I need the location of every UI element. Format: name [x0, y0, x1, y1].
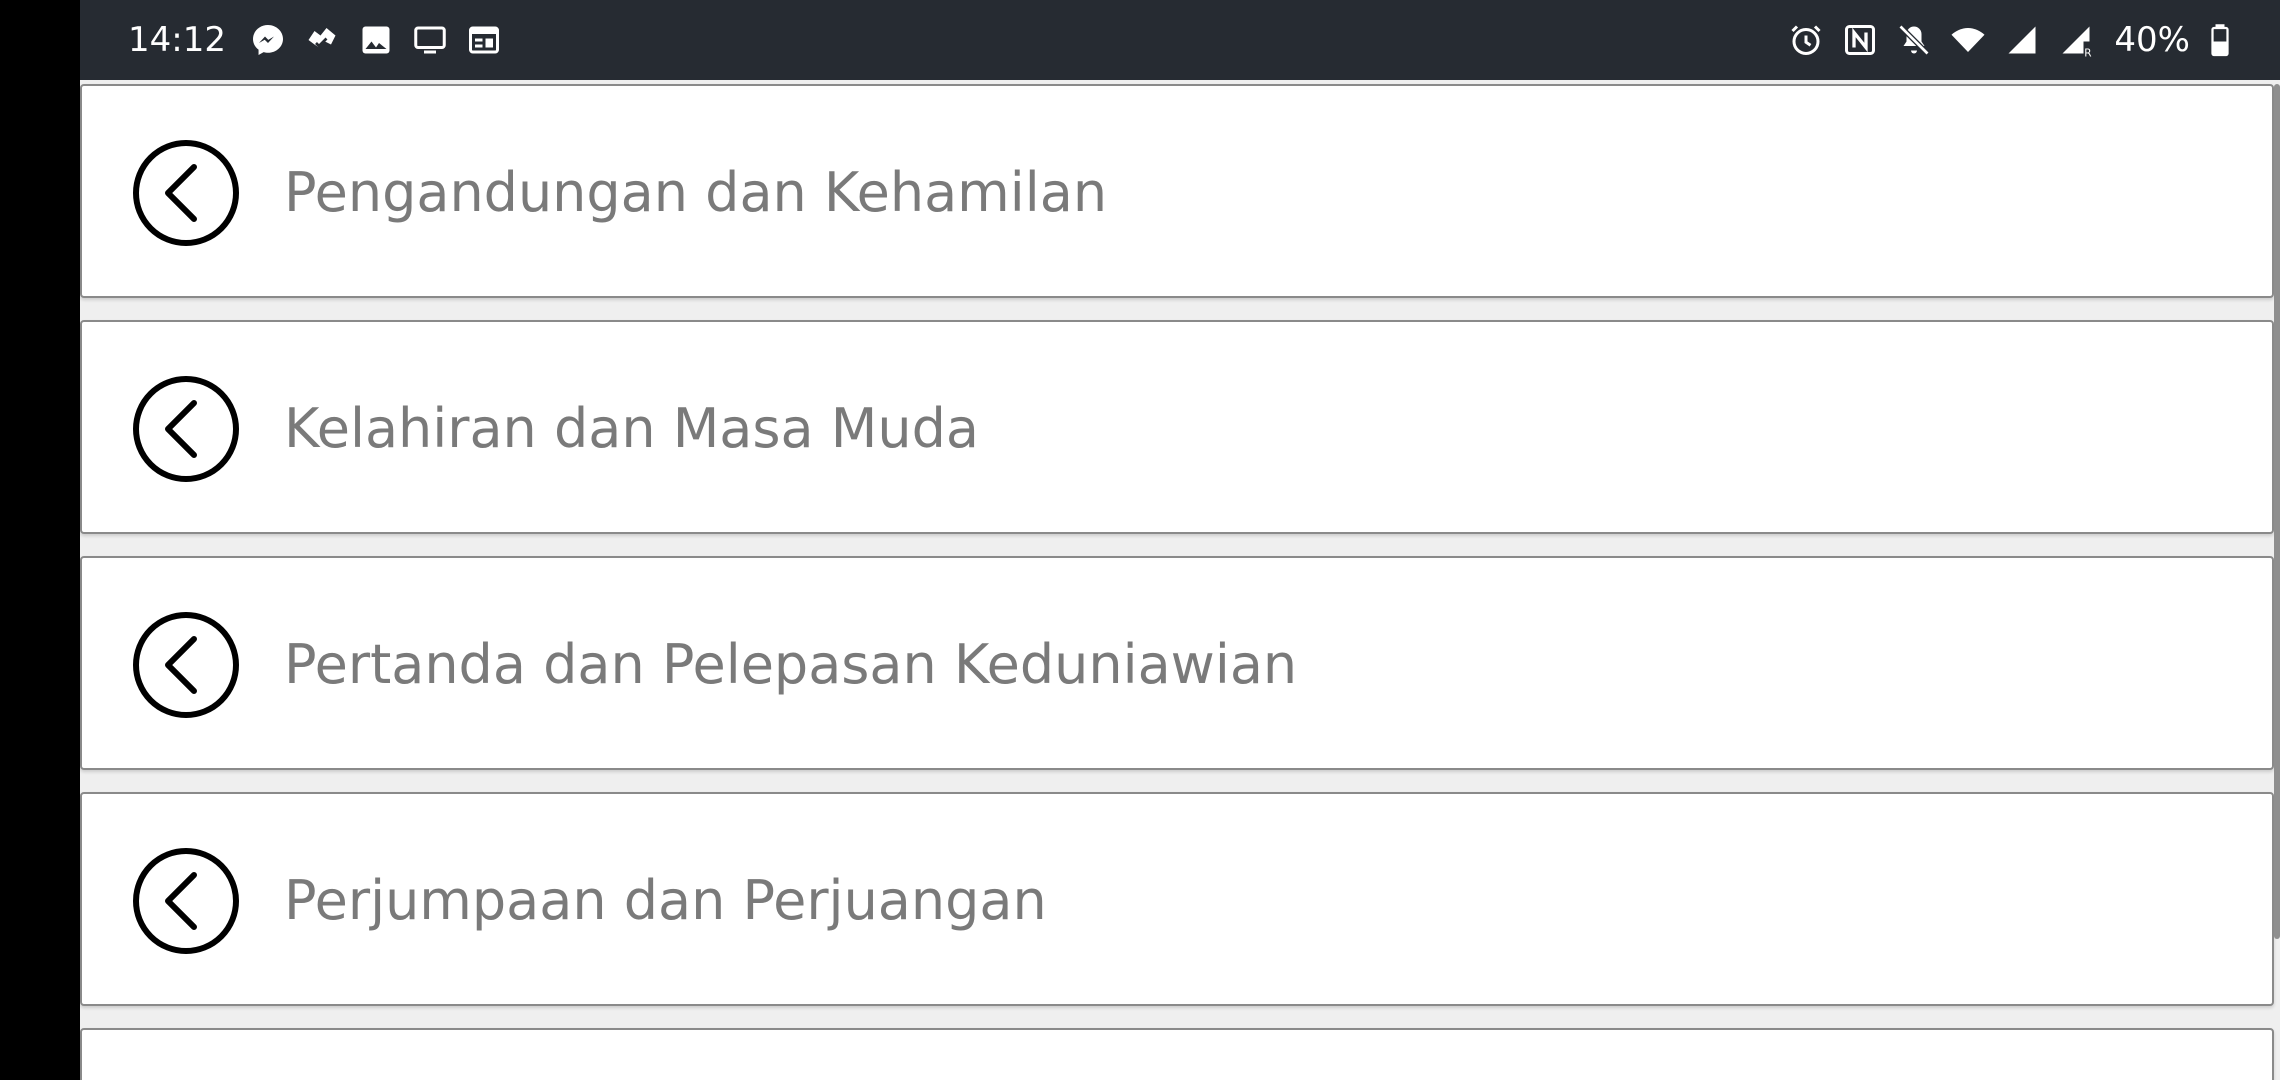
battery-icon: [2200, 20, 2240, 60]
svg-text:R: R: [2085, 48, 2092, 59]
scrollbar[interactable]: [2274, 84, 2280, 939]
screen: 14:12 R 40% Pengandungan dan Kehamilan K…: [80, 0, 2280, 1080]
cast-icon: [410, 20, 450, 60]
list-item[interactable]: Pertanda dan Pelepasan Keduniawian: [80, 556, 2274, 770]
list-item[interactable]: Pengandungan dan Kehamilan: [80, 84, 2274, 298]
nfc-icon: [1840, 20, 1880, 60]
list-item-label: Pengandungan dan Kehamilan: [284, 161, 1108, 224]
wifi-icon: [1948, 20, 1988, 60]
chevron-left-circle-icon[interactable]: [132, 611, 240, 719]
mute-icon: [1894, 20, 1934, 60]
alarm-icon: [1786, 20, 1826, 60]
list-item-partial[interactable]: [80, 1028, 2274, 1080]
list-item[interactable]: Perjumpaan dan Perjuangan: [80, 792, 2274, 1006]
battery-percent: 40%: [2114, 20, 2190, 60]
chevron-left-circle-icon[interactable]: [132, 139, 240, 247]
messenger-icon: [248, 20, 288, 60]
list-item-label: Pertanda dan Pelepasan Keduniawian: [284, 633, 1298, 696]
signal-roaming-icon: R: [2056, 20, 2096, 60]
status-bar: 14:12 R 40%: [80, 0, 2280, 80]
calendar-icon: [464, 20, 504, 60]
status-left: 14:12: [128, 0, 518, 80]
tasks-icon: [302, 20, 342, 60]
chevron-left-circle-icon[interactable]: [132, 847, 240, 955]
list-item[interactable]: Kelahiran dan Masa Muda: [80, 320, 2274, 534]
list-item-label: Perjumpaan dan Perjuangan: [284, 869, 1047, 932]
status-right: R 40%: [1786, 0, 2240, 80]
status-time: 14:12: [128, 20, 226, 60]
list-item-label: Kelahiran dan Masa Muda: [284, 397, 979, 460]
signal-icon: [2002, 20, 2042, 60]
gallery-icon: [356, 20, 396, 60]
chevron-left-circle-icon[interactable]: [132, 375, 240, 483]
